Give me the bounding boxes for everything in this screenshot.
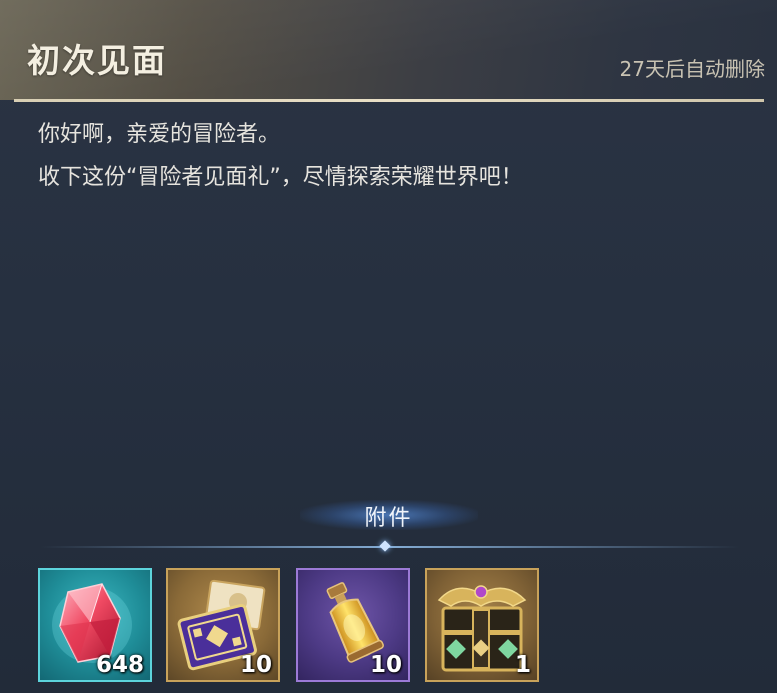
title-divider — [14, 99, 764, 102]
item-count: 10 — [239, 652, 272, 678]
attachment-slot-1[interactable]: 648 — [38, 568, 152, 682]
attachment-slot-2[interactable]: 10 — [166, 568, 280, 682]
item-count: 648 — [95, 652, 144, 678]
mail-title: 初次见面 — [27, 41, 167, 80]
item-count: 10 — [369, 652, 402, 678]
mail-body-line: 你好啊，亲爱的冒险者。 — [38, 122, 281, 147]
expire-notice: 27天后自动删除 — [619, 57, 765, 81]
mail-body: 你好啊，亲爱的冒险者。 收下这份“冒险者见面礼”，尽情探索荣耀世界吧！ — [38, 120, 523, 206]
attachment-slot-4[interactable]: 1 — [425, 568, 539, 682]
attachment-slot-3[interactable]: 10 — [296, 568, 410, 682]
divider-diamond-icon — [379, 540, 391, 552]
mail-body-line: 收下这份“冒险者见面礼”，尽情探索荣耀世界吧！ — [38, 165, 523, 190]
item-count: 1 — [514, 652, 531, 678]
attachment-label: 附件 — [364, 506, 413, 531]
